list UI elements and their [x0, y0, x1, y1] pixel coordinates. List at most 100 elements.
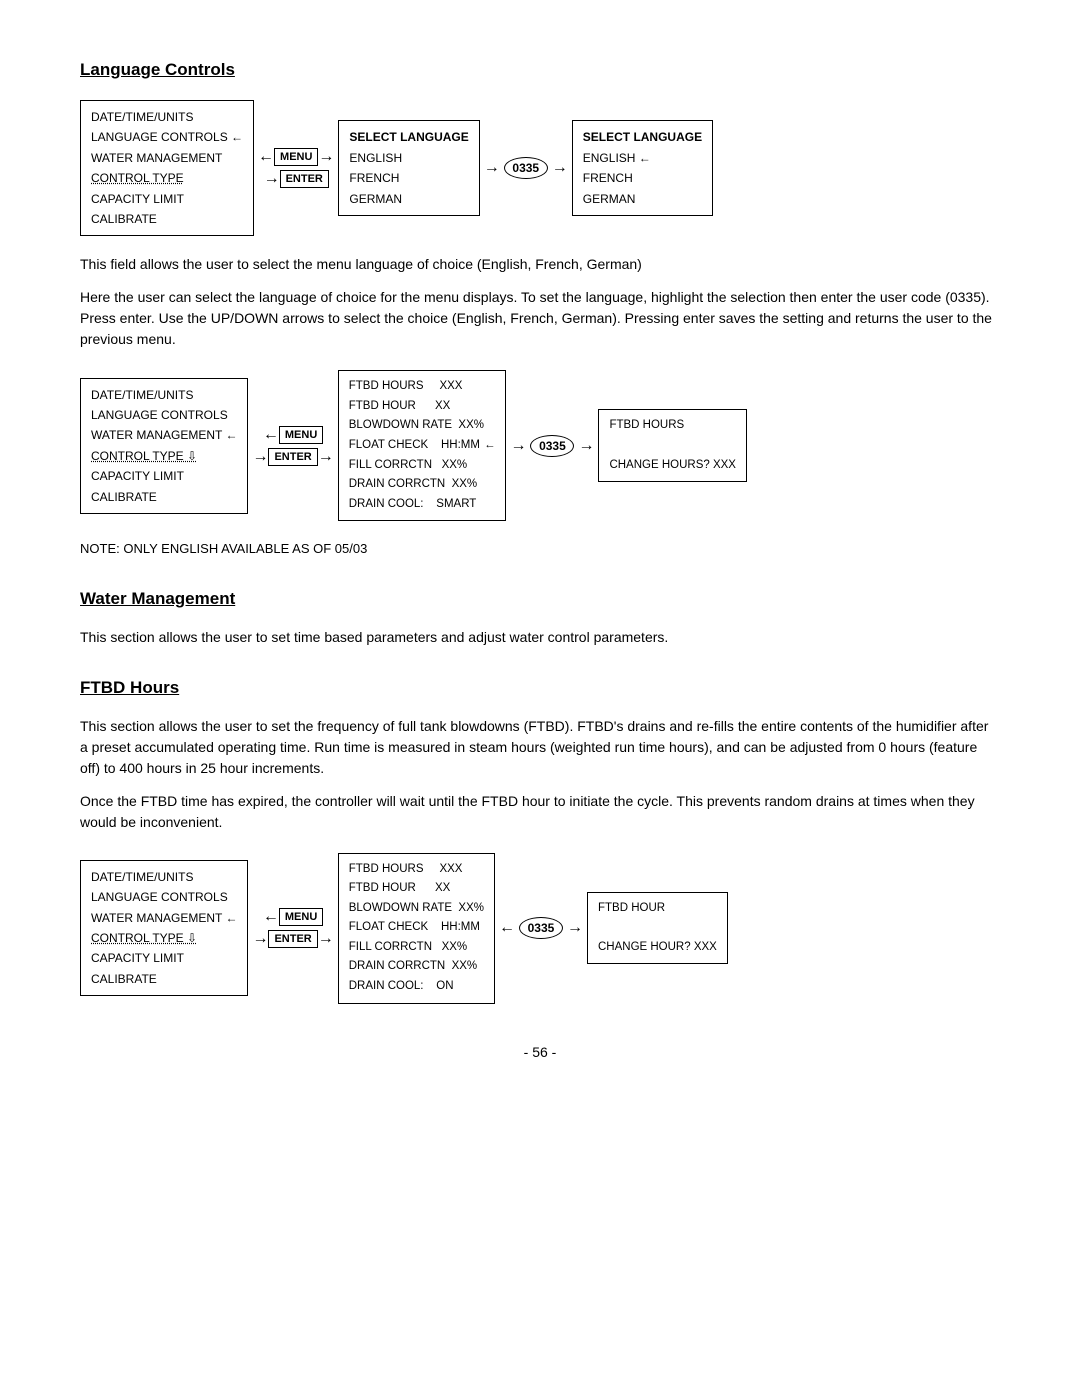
menu-item-water-2: WATER MANAGEMENT ← — [91, 425, 237, 445]
ftbd2-row-drain-cool: DRAIN COOL: ON — [349, 977, 484, 997]
ftbd-row-fill-1: FILL CORRCTN XX% — [349, 456, 496, 476]
left-arrow-menu-2: ← — [263, 426, 279, 444]
right-arrow-icon-enter-1: → — [264, 170, 280, 188]
main-menu-box-3: DATE/TIME/UNITS LANGUAGE CONTROLS WATER … — [80, 860, 248, 996]
water-management-desc: This section allows the user to set time… — [80, 627, 1000, 648]
ctrl-buttons-1: ← MENU → → ENTER — [258, 148, 334, 188]
ftbd2-row-hour: FTBD HOUR XX — [349, 879, 484, 899]
menu-item-capacity: CAPACITY LIMIT — [91, 189, 243, 209]
result-ftbd-detail-1 — [609, 436, 736, 456]
menu-button-3[interactable]: MENU — [279, 908, 323, 926]
ftbd-box-1: FTBD HOURS XXX FTBD HOUR XX BLOWDOWN RAT… — [338, 370, 507, 521]
code-connector-3: ← 0335 → — [499, 917, 583, 939]
menu-item-calibrate-2: CALIBRATE — [91, 487, 237, 507]
ftbd-hours-desc-2: Once the FTBD time has expired, the cont… — [80, 791, 1000, 833]
language-diagram-2: DATE/TIME/UNITS LANGUAGE CONTROLS WATER … — [80, 370, 1000, 521]
left-arrow-float: ← — [484, 436, 496, 456]
ftbd-row-hour-1: FTBD HOUR XX — [349, 397, 496, 417]
result-ftbd-box-1: FTBD HOURS CHANGE HOURS? XXX — [598, 409, 747, 482]
lang-french-1: FRENCH — [349, 168, 468, 188]
page-number: - 56 - — [80, 1044, 1000, 1060]
menu-item-language: LANGUAGE CONTROLS ← — [91, 127, 243, 147]
right-arrow-after-enter-2: → — [318, 448, 334, 466]
result-english-1: ENGLISH ← — [583, 148, 702, 168]
ctrl-buttons-2: ← MENU → ENTER → — [252, 426, 333, 466]
main-menu-box-2: DATE/TIME/UNITS LANGUAGE CONTROLS WATER … — [80, 378, 248, 514]
ftbd-hours-section: FTBD Hours This section allows the user … — [80, 678, 1000, 1004]
menu-item-water-3: WATER MANAGEMENT ← — [91, 908, 237, 928]
right-arrow-result-1: → — [552, 159, 568, 177]
water-management-section: Water Management This section allows the… — [80, 589, 1000, 648]
right-arrow-after-enter-3: → — [318, 930, 334, 948]
select-language-box-1: SELECT LANGUAGE ENGLISH FRENCH GERMAN — [338, 120, 479, 216]
right-arrow-result-2: → — [578, 437, 594, 455]
code-oval-2: 0335 — [530, 435, 574, 457]
language-controls-section: Language Controls DATE/TIME/UNITS LANGUA… — [80, 60, 1000, 559]
ftbd-row-hours-1: FTBD HOURS XXX — [349, 377, 496, 397]
result-ftbd-change-1: CHANGE HOURS? XXX — [609, 456, 736, 476]
menu-item-water: WATER MANAGEMENT — [91, 148, 243, 168]
ftbd-hours-diagram: DATE/TIME/UNITS LANGUAGE CONTROLS WATER … — [80, 853, 1000, 1004]
menu-button-2[interactable]: MENU — [279, 426, 323, 444]
code-oval-3: 0335 — [519, 917, 563, 939]
ftbd2-row-blowdown: BLOWDOWN RATE XX% — [349, 899, 484, 919]
left-arrow-icon-1: ← — [258, 148, 274, 166]
ftbd2-row-float: FLOAT CHECK HH:MM — [349, 918, 484, 938]
right-arrow-code-2: → — [510, 437, 526, 455]
ftbd2-row-fill: FILL CORRCTN XX% — [349, 938, 484, 958]
ftbd-row-drain-cool-1: DRAIN COOL: SMART — [349, 495, 496, 515]
language-diagram-1: DATE/TIME/UNITS LANGUAGE CONTROLS ← WATE… — [80, 100, 1000, 236]
menu-button-1[interactable]: MENU — [274, 148, 318, 166]
enter-button-1[interactable]: ENTER — [280, 170, 329, 188]
enter-button-2[interactable]: ENTER — [268, 448, 317, 466]
result-ftbd-title-2: FTBD HOUR — [598, 899, 717, 919]
menu-item-language-2: LANGUAGE CONTROLS — [91, 405, 237, 425]
menu-item-datetime-3: DATE/TIME/UNITS — [91, 867, 237, 887]
ftbd-hours-heading: FTBD Hours — [80, 678, 1000, 698]
right-arrow-icon-1: → — [318, 148, 334, 166]
result-ftbd-detail-2 — [598, 918, 717, 938]
result-french-1: FRENCH — [583, 168, 702, 188]
ftbd2-row-drain-corr: DRAIN CORRCTN XX% — [349, 957, 484, 977]
ftbd-hours-desc-1: This section allows the user to set the … — [80, 716, 1000, 779]
enter-button-3[interactable]: ENTER — [268, 930, 317, 948]
lang-german-1: GERMAN — [349, 189, 468, 209]
lang-desc-2: Here the user can select the language of… — [80, 287, 1000, 350]
result-lang-title-1: SELECT LANGUAGE — [583, 127, 702, 147]
menu-item-capacity-3: CAPACITY LIMIT — [91, 948, 237, 968]
result-german-1: GERMAN — [583, 189, 702, 209]
ctrl-buttons-3: ← MENU → ENTER → — [252, 908, 333, 948]
menu-item-control-2: CONTROL TYPE ⇩ — [91, 446, 237, 466]
menu-item-capacity-2: CAPACITY LIMIT — [91, 466, 237, 486]
menu-item-control-3: CONTROL TYPE ⇩ — [91, 928, 237, 948]
code-oval-1: 0335 — [504, 157, 548, 179]
lang-desc-1: This field allows the user to select the… — [80, 254, 1000, 275]
main-menu-box-1: DATE/TIME/UNITS LANGUAGE CONTROLS ← WATE… — [80, 100, 254, 236]
ftbd-row-blowdown-1: BLOWDOWN RATE XX% — [349, 416, 496, 436]
ftbd-row-float-1: FLOAT CHECK HH:MM ← — [349, 436, 496, 456]
right-arrow-enter-3: → — [252, 930, 268, 948]
menu-item-datetime-2: DATE/TIME/UNITS — [91, 385, 237, 405]
result-ftbd-title-1: FTBD HOURS — [609, 416, 736, 436]
right-arrow-code-1: → — [484, 159, 500, 177]
right-arrow-result-3: → — [567, 919, 583, 937]
result-ftbd-box-2: FTBD HOUR CHANGE HOUR? XXX — [587, 892, 728, 965]
language-controls-heading: Language Controls — [80, 60, 1000, 80]
ftbd-box-2: FTBD HOURS XXX FTBD HOUR XX BLOWDOWN RAT… — [338, 853, 495, 1004]
menu-item-calibrate-3: CALIBRATE — [91, 969, 237, 989]
lang-english-1: ENGLISH — [349, 148, 468, 168]
menu-item-control: CONTROL TYPE — [91, 168, 243, 188]
lang-note: NOTE: ONLY ENGLISH AVAILABLE AS OF 05/03 — [80, 539, 1000, 559]
code-connector-2: → 0335 → — [510, 435, 594, 457]
ftbd2-row-hours: FTBD HOURS XXX — [349, 860, 484, 880]
ftbd-row-drain-corr-1: DRAIN CORRCTN XX% — [349, 475, 496, 495]
menu-item-language-3: LANGUAGE CONTROLS — [91, 887, 237, 907]
select-lang-title-1: SELECT LANGUAGE — [349, 127, 468, 147]
menu-item-calibrate: CALIBRATE — [91, 209, 243, 229]
left-arrow-ftbd2: ← — [499, 919, 515, 937]
left-arrow-menu-3: ← — [263, 908, 279, 926]
water-management-heading: Water Management — [80, 589, 1000, 609]
code-connector-1: → 0335 → — [484, 157, 568, 179]
result-language-box-1: SELECT LANGUAGE ENGLISH ← FRENCH GERMAN — [572, 120, 713, 216]
result-ftbd-change-2: CHANGE HOUR? XXX — [598, 938, 717, 958]
